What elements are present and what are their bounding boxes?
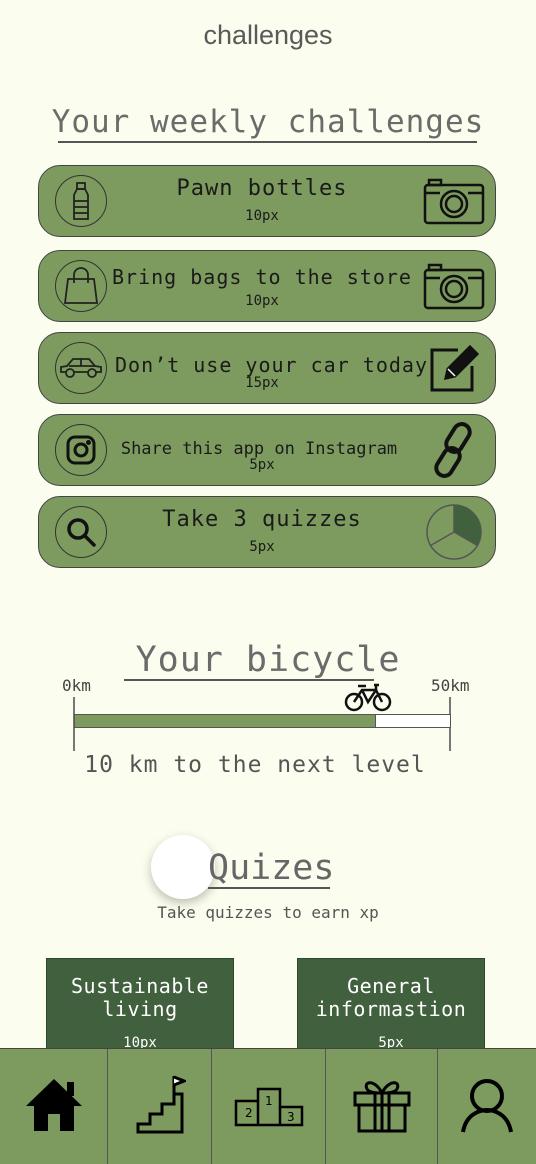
search-icon (55, 506, 107, 558)
challenge-card-bring-bags[interactable]: Bring bags to the store 10px (38, 250, 496, 322)
nav-item-rewards[interactable] (326, 1049, 438, 1164)
home-icon (23, 1076, 85, 1138)
progress-max-label: 50km (431, 676, 470, 695)
challenge-title: Take 3 quizzes (162, 507, 362, 532)
page-title: challenges (203, 20, 333, 50)
nav-item-progress[interactable] (108, 1049, 212, 1164)
stairs-flag-icon (134, 1074, 188, 1140)
nav-item-leaderboard[interactable]: 2 1 3 (212, 1049, 326, 1164)
challenge-points: 15px (245, 375, 279, 391)
quiz-toggle-button[interactable] (151, 835, 215, 899)
progress-min-label: 0km (62, 676, 91, 695)
challenge-points: 10px (245, 293, 279, 309)
instagram-icon (55, 424, 107, 476)
challenge-points: 5px (249, 457, 275, 473)
bottle-icon (55, 175, 107, 227)
bicycle-progress-fill (75, 715, 376, 727)
shopping-bag-icon (55, 260, 107, 312)
bicycle-title: Your bicycle (135, 640, 401, 680)
bicycle-progress-bar (74, 714, 451, 728)
challenge-title: Bring bags to the store (112, 265, 412, 289)
challenge-card-take-quizzes[interactable]: Take 3 quizzes 5px (38, 496, 496, 568)
title-underline (208, 887, 330, 889)
podium-icon: 2 1 3 (234, 1083, 304, 1131)
svg-text:1: 1 (265, 1094, 273, 1108)
challenge-card-share-instagram[interactable]: Share this app on Instagram 5px (38, 414, 496, 486)
gift-icon (351, 1077, 413, 1137)
title-underline (124, 679, 374, 681)
challenge-points: 5px (249, 539, 275, 555)
nav-item-home[interactable] (0, 1049, 108, 1164)
title-underline (58, 141, 477, 143)
profile-icon (458, 1076, 516, 1138)
camera-icon[interactable] (423, 174, 485, 228)
quiz-card-title: Sustainable living (71, 974, 209, 1021)
quizzes-subtitle: Take quizzes to earn xp (157, 903, 379, 922)
nav-item-profile[interactable] (438, 1049, 536, 1164)
edit-icon[interactable] (423, 341, 485, 395)
challenge-title: Pawn bottles (176, 176, 348, 201)
svg-text:3: 3 (287, 1110, 295, 1124)
link-icon[interactable] (423, 422, 485, 478)
challenge-title: Share this app on Instagram (120, 439, 398, 459)
quiz-card-title: General informastion (315, 974, 467, 1021)
challenge-title: Don’t use your car today (115, 353, 428, 377)
challenge-card-pawn-bottles[interactable]: Pawn bottles 10px (38, 165, 496, 237)
camera-icon[interactable] (423, 259, 485, 313)
svg-text:2: 2 (245, 1106, 253, 1120)
challenge-points: 10px (245, 208, 279, 224)
quizzes-title: Quizes (208, 848, 335, 888)
bicycle-icon (344, 682, 392, 712)
bottom-navigation: 2 1 3 (0, 1048, 536, 1164)
bicycle-progress-note: 10 km to the next level (84, 752, 426, 778)
car-icon (55, 342, 107, 394)
progress-pie-icon (423, 504, 485, 560)
weekly-challenges-title: Your weekly challenges (51, 104, 485, 140)
challenge-card-no-car[interactable]: Don’t use your car today 15px (38, 332, 496, 404)
